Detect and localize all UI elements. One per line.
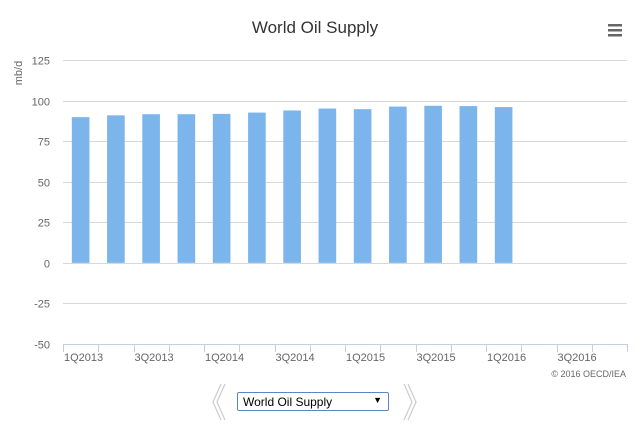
x-tick-label: 1Q2013: [64, 352, 103, 364]
y-tick-label: 100: [32, 97, 50, 109]
bar-3Q2013: [142, 114, 160, 263]
y-tick-label: 50: [38, 178, 50, 190]
chart-title: World Oil Supply: [252, 18, 379, 37]
dropdown-arrow-icon: ▼: [373, 395, 382, 405]
y-tick-label: 75: [38, 137, 50, 149]
bar-1Q2014: [212, 113, 231, 263]
bar-4Q2013: [177, 114, 196, 263]
x-tick-label: 1Q2016: [487, 352, 526, 364]
y-tick-label: -25: [34, 299, 50, 311]
series-select[interactable]: World Oil Supply ▼: [237, 392, 389, 411]
y-axis-label: mb/d: [13, 61, 25, 85]
y-tick-label: 0: [44, 259, 50, 271]
y-tick-label: -50: [34, 340, 50, 352]
bar-4Q2015: [459, 106, 478, 263]
y-tick-labels: -50 -25 0 25 50 75 100 125: [32, 56, 50, 352]
y-tick-label: 125: [32, 56, 50, 68]
bars: [71, 105, 513, 263]
bar-4Q2014: [318, 108, 337, 263]
x-tick-label: 3Q2016: [558, 352, 597, 364]
x-tick-label: 3Q2014: [276, 352, 315, 364]
bar-3Q2015: [424, 105, 442, 263]
chevron-left-icon[interactable]: [207, 382, 227, 422]
chart: World Oil Supply mb/d -50 -25 0 25 50 75 100 12…: [13, 18, 628, 379]
x-tick-label: 3Q2015: [417, 352, 456, 364]
chevron-right-icon[interactable]: [402, 382, 422, 422]
bar-2Q2014: [248, 112, 266, 263]
selector-row: World Oil Supply ▼: [0, 382, 640, 426]
hamburger-menu-icon[interactable]: [606, 22, 624, 38]
bar-1Q2013: [71, 117, 90, 263]
x-tick-label: 1Q2015: [346, 352, 385, 364]
bar-2Q2013: [107, 115, 125, 263]
series-select-value: World Oil Supply: [243, 395, 333, 409]
x-axis: 1Q2013 3Q2013 1Q2014 3Q2014 1Q2015 3Q2015 1Q20…: [63, 344, 628, 364]
bar-1Q2016: [494, 107, 513, 263]
bar-3Q2014: [283, 110, 301, 263]
x-tick-label: 3Q2013: [135, 352, 174, 364]
y-tick-label: 25: [38, 218, 50, 230]
bar-2Q2015: [389, 106, 407, 263]
bar-1Q2015: [353, 109, 372, 263]
credit-text: © 2016 OECD/IEA: [551, 369, 626, 379]
x-tick-label: 1Q2014: [205, 352, 244, 364]
